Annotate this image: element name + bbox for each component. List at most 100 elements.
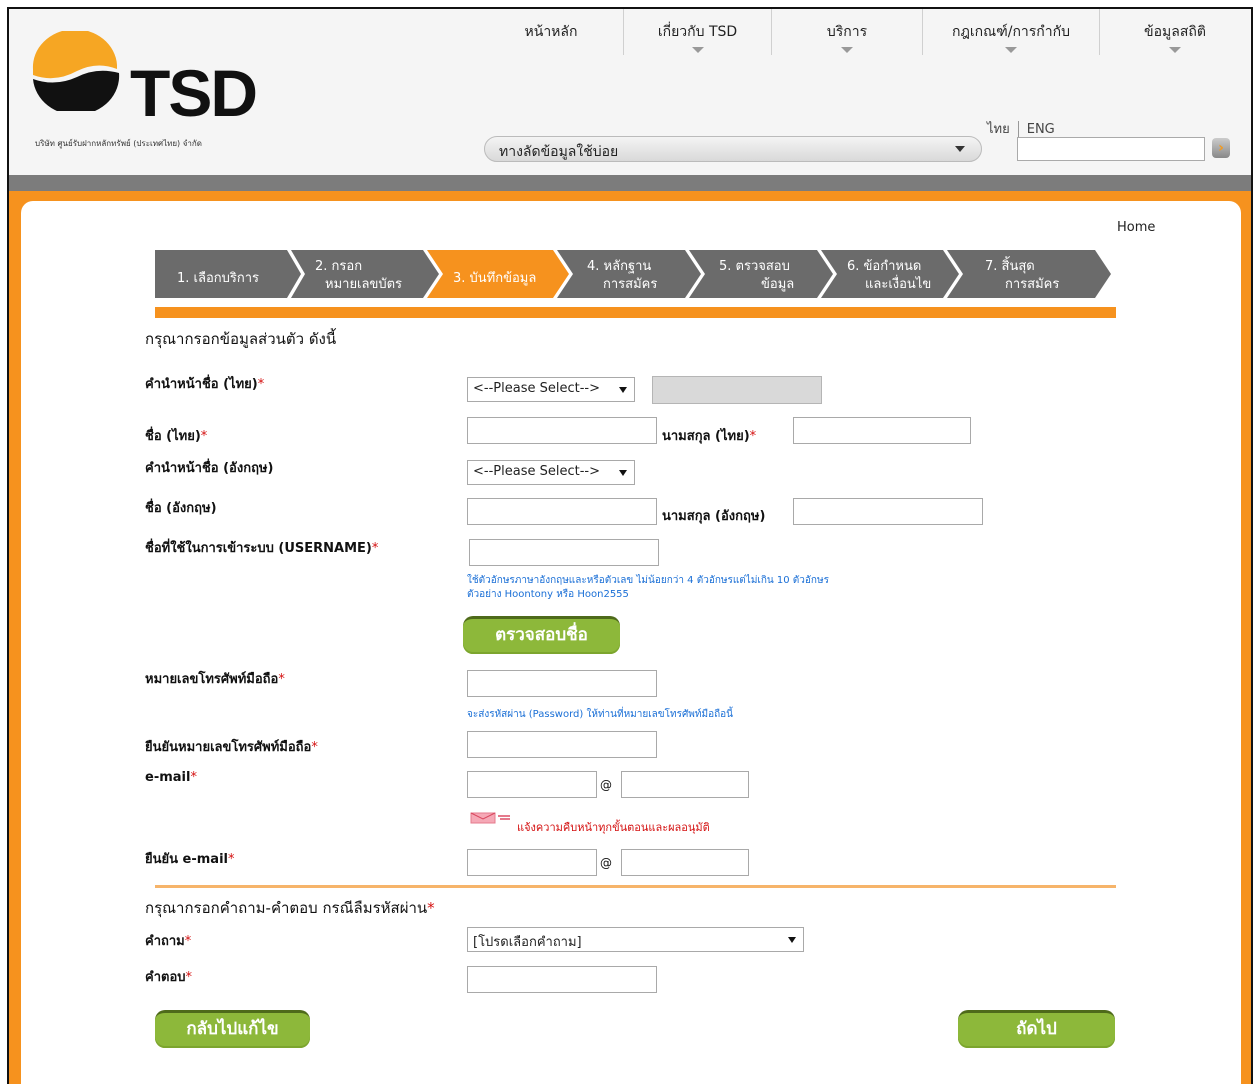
last-name-en-label: นามสกุล (อังกฤษ) — [662, 509, 766, 524]
required-mark: * — [257, 377, 265, 392]
nav-about[interactable]: เกี่ยวกับ TSD — [624, 9, 771, 57]
required-mark: * — [371, 541, 379, 556]
caret-down-icon — [1005, 47, 1017, 53]
title-en-label: คำนำหน้าชื่อ (อังกฤษ) — [145, 461, 274, 476]
check-username-button[interactable]: ตรวจสอบชื่อ — [463, 616, 620, 654]
required-mark: * — [200, 429, 208, 444]
step-label: 1. เลือกบริการ — [177, 271, 260, 286]
email-user-field[interactable] — [467, 771, 597, 798]
nav-label: ข้อมูลสถิติ — [1144, 24, 1206, 40]
step-label: 5. ตรวจสอบ — [719, 259, 790, 274]
step-label: การสมัคร — [1005, 277, 1060, 292]
nav-regulations[interactable]: กฎเกณฑ์/การกำกับ — [923, 9, 1099, 57]
nav-label: หน้าหลัก — [524, 24, 578, 40]
label-text: คำถาม — [145, 934, 185, 949]
search-go-icon[interactable]: › — [1212, 138, 1230, 158]
required-mark: * — [749, 429, 757, 444]
step-1: 1. เลือกบริการ — [177, 250, 297, 298]
title-en-select[interactable]: <--Please Select--> — [467, 460, 635, 485]
lang-divider — [1017, 120, 1019, 139]
heading-text: กรุณากรอกคำถาม-คำตอบ กรณีลืมรหัสผ่าน — [145, 899, 428, 917]
label-text: ชื่อ (ไทย) — [145, 429, 201, 444]
label-text: ชื่อที่ใช้ในการเข้าระบบ (USERNAME) — [145, 541, 372, 556]
caret-down-icon — [691, 47, 704, 53]
step-label: 4. หลักฐาน — [587, 259, 652, 274]
tsd-logo-icon — [32, 29, 120, 116]
dropdown-arrow-icon — [619, 470, 627, 476]
site-header: TSD บริษัท ศูนย์รับฝากหลักทรัพย์ (ประเทศ… — [9, 9, 1251, 175]
company-name: บริษัท ศูนย์รับฝากหลักทรัพย์ (ประเทศไทย)… — [35, 139, 202, 148]
header-search-input[interactable] — [1017, 137, 1205, 161]
label-text: e-mail — [145, 770, 191, 785]
dropdown-arrow-icon — [788, 937, 796, 943]
username-example: ตัวอย่าง Hoontony หรือ Hoon2555 — [467, 589, 629, 600]
required-mark: * — [311, 740, 318, 755]
mobile-confirm-label: ยืนยันหมายเลขโทรศัพท์มือถือ* — [145, 736, 318, 757]
next-button[interactable]: ถัดไป — [958, 1010, 1115, 1048]
title-th-select[interactable]: <--Please Select--> — [467, 377, 635, 402]
mobile-label: หมายเลขโทรศัพท์มือถือ* — [145, 668, 285, 689]
step-7: 7. สิ้นสุด การสมัคร — [985, 250, 1095, 298]
shortcut-label: ทางลัดข้อมูลใช้บ่อย — [499, 144, 619, 160]
step-label: ข้อมูล — [761, 277, 795, 292]
label-text: ยืนยัน e-mail — [145, 852, 228, 867]
section-divider — [155, 885, 1116, 888]
nav-label: บริการ — [826, 24, 868, 40]
username-hint: ใช้ตัวอักษรภาษาอังกฤษและหรือตัวเลข ไม่น้… — [467, 575, 829, 586]
step-2: 2. กรอก หมายเลขบัตร — [315, 250, 435, 298]
step-label: หมายเลขบัตร — [325, 277, 403, 292]
dropdown-arrow-icon — [619, 387, 627, 393]
lang-en-link[interactable]: ENG — [1027, 122, 1055, 137]
required-mark: * — [227, 852, 235, 867]
nav-services[interactable]: บริการ — [772, 9, 922, 57]
title-th-label: คำนำหน้าชื่อ (ไทย)* — [145, 373, 264, 394]
caret-down-icon — [1169, 47, 1181, 53]
tsd-logo[interactable]: TSD — [27, 29, 258, 130]
email-confirm-user-field[interactable] — [467, 849, 597, 876]
select-value: [โปรดเลือกคำถาม] — [473, 935, 582, 950]
last-name-th-field[interactable] — [793, 417, 971, 444]
brand-name: TSD — [130, 56, 258, 130]
step-4: 4. หลักฐาน การสมัคร — [587, 250, 687, 298]
first-name-th-field[interactable] — [467, 417, 657, 444]
step-label: 7. สิ้นสุด — [985, 259, 1035, 274]
first-name-en-field[interactable] — [467, 498, 657, 525]
username-field[interactable] — [469, 539, 659, 566]
security-question-heading: กรุณากรอกคำถาม-คำตอบ กรณีลืมรหัสผ่าน* — [145, 896, 435, 920]
step-label: 2. กรอก — [315, 259, 363, 274]
first-name-en-label: ชื่อ (อังกฤษ) — [145, 501, 217, 516]
mobile-confirm-field[interactable] — [467, 731, 657, 758]
username-label: ชื่อที่ใช้ในการเข้าระบบ (USERNAME)* — [145, 537, 378, 558]
title-th-other-field — [652, 376, 822, 404]
registration-steps: 1. เลือกบริการ 2. กรอก หมายเลขบัตร 3. บั… — [155, 250, 1115, 298]
breadcrumb-home[interactable]: Home — [1117, 220, 1155, 235]
lang-th-link[interactable]: ไทย — [987, 122, 1010, 137]
required-mark: * — [278, 672, 285, 687]
answer-field[interactable] — [467, 966, 657, 993]
label-text: คำนำหน้าชื่อ (ไทย) — [145, 377, 258, 392]
email-confirm-domain-field[interactable] — [621, 849, 749, 876]
mobile-field[interactable] — [467, 670, 657, 697]
email-domain-field[interactable] — [621, 771, 749, 798]
header-divider-bar — [9, 175, 1251, 191]
answer-label: คำตอบ* — [145, 966, 192, 987]
step-label: การสมัคร — [603, 277, 658, 292]
steps-underline — [155, 307, 1116, 318]
dropdown-arrow-icon — [955, 146, 965, 152]
shortcut-dropdown[interactable]: ทางลัดข้อมูลใช้บ่อย — [484, 136, 982, 162]
first-name-th-label: ชื่อ (ไทย)* — [145, 425, 207, 446]
main-nav: หน้าหลัก เกี่ยวกับ TSD บริการ กฎเกณฑ์/กา… — [479, 9, 1251, 57]
required-mark: * — [184, 934, 192, 949]
label-text: ยืนยันหมายเลขโทรศัพท์มือถือ — [145, 740, 312, 755]
nav-statistics[interactable]: ข้อมูลสถิติ — [1100, 9, 1250, 57]
required-mark: * — [427, 899, 435, 917]
caret-down-icon — [841, 47, 853, 53]
required-mark: * — [190, 770, 197, 785]
back-edit-button[interactable]: กลับไปแก้ไข — [155, 1010, 310, 1048]
nav-label: กฎเกณฑ์/การกำกับ — [951, 24, 1071, 40]
nav-home[interactable]: หน้าหลัก — [479, 9, 623, 57]
select-value: <--Please Select--> — [473, 381, 600, 396]
security-question-select[interactable]: [โปรดเลือกคำถาม] — [467, 927, 804, 952]
last-name-en-field[interactable] — [793, 498, 983, 525]
envelope-icon — [470, 812, 510, 824]
